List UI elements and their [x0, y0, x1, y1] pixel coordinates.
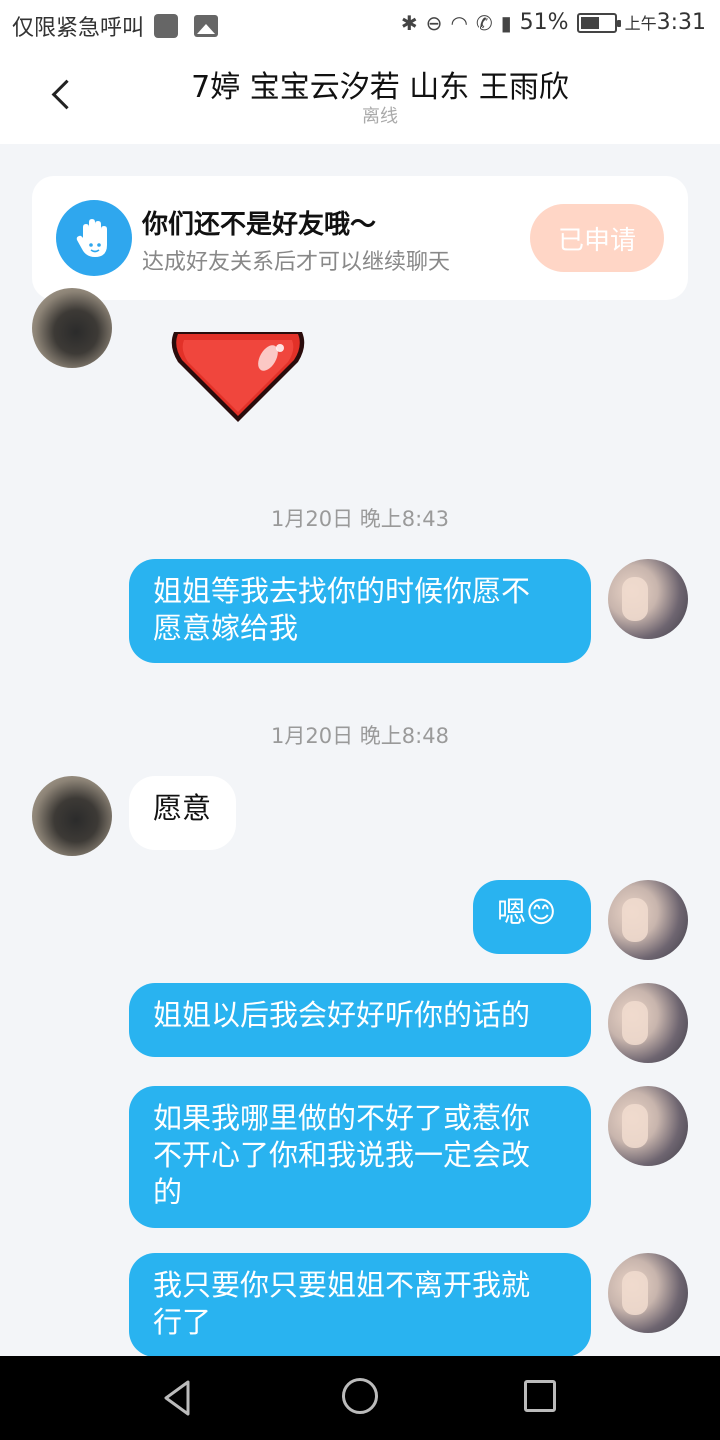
message-line: 姐姐等我去找你的时候你愿不	[153, 574, 531, 608]
avatar-other[interactable]	[32, 776, 112, 856]
avatar-self[interactable]	[608, 1253, 688, 1333]
no-call-icon: ✆	[475, 10, 493, 35]
message-line: 的	[153, 1175, 183, 1209]
message-line: 愿意嫁给我	[153, 611, 299, 645]
message-bubble-self[interactable]: 姐姐以后我会好好听你的话的	[129, 983, 591, 1057]
hand-wave-icon	[56, 200, 132, 276]
timestamp: 1月20日 晚上8:43	[271, 507, 449, 531]
bluetooth-icon: ✱	[400, 10, 418, 35]
nav-back-icon[interactable]	[158, 1378, 198, 1418]
chat-header: 7婷 宝宝云汐若 山东 王雨欣 离线	[0, 50, 720, 144]
timestamp: 1月20日 晚上8:48	[271, 724, 449, 748]
avatar-self[interactable]	[608, 559, 688, 639]
signal-icon: ▮	[500, 10, 512, 35]
emergency-call-text: 仅限紧急呼叫	[12, 16, 145, 41]
chat-title: 7婷 宝宝云汐若 山东 王雨欣	[191, 70, 569, 105]
message-bubble-self[interactable]: 嗯😊	[473, 880, 591, 954]
status-bar: 仅限紧急呼叫 ✱ ⊖ ◠ ✆ ▮ 51% 上午3:31	[0, 0, 720, 50]
applied-button[interactable]: 已申请	[530, 204, 664, 272]
do-not-disturb-icon: ⊖	[425, 10, 443, 35]
nav-home-icon[interactable]	[342, 1378, 378, 1414]
battery-percent: 51%	[519, 10, 569, 35]
message-text: 姐姐以后我会好好听你的话的	[153, 998, 531, 1032]
avatar-self[interactable]	[608, 880, 688, 960]
message-bubble-self[interactable]: 姐姐等我去找你的时候你愿不 愿意嫁给我	[129, 559, 591, 663]
status-left: 仅限紧急呼叫	[12, 10, 219, 42]
card-title: 你们还不是好友哦～	[142, 210, 377, 240]
message-bubble-self[interactable]: 如果我哪里做的不好了或惹你 不开心了你和我说我一定会改 的	[129, 1086, 591, 1228]
friend-request-card: 你们还不是好友哦～ 达成好友关系后才可以继续聊天 已申请	[32, 176, 688, 300]
message-line: 不开心了你和我说我一定会改	[153, 1138, 531, 1172]
message-text: 嗯😊	[497, 895, 557, 929]
message-text: 愿意	[153, 791, 212, 825]
message-line: 我只要你只要姐姐不离开我就	[153, 1268, 531, 1302]
app-notification-icon	[154, 14, 179, 38]
nav-recent-apps-icon[interactable]	[524, 1380, 556, 1412]
message-line: 如果我哪里做的不好了或惹你	[153, 1101, 531, 1135]
heart-sticker[interactable]	[168, 316, 308, 426]
avatar-self[interactable]	[608, 983, 688, 1063]
message-line: 行了	[153, 1305, 212, 1339]
message-bubble-self[interactable]: 我只要你只要姐姐不离开我就 行了	[129, 1253, 591, 1357]
avatar-self[interactable]	[608, 1086, 688, 1166]
online-status: 离线	[362, 106, 398, 127]
wifi-icon: ◠	[450, 10, 468, 35]
message-bubble-other[interactable]: 愿意	[129, 776, 236, 850]
image-notification-icon	[194, 15, 219, 37]
avatar-other[interactable]	[32, 288, 112, 368]
clock: 3:31	[656, 10, 706, 35]
time-prefix: 上午	[624, 14, 657, 33]
system-nav-bar	[0, 1356, 720, 1440]
status-right: ✱ ⊖ ◠ ✆ ▮ 51% 上午3:31	[401, 10, 706, 35]
card-subtitle: 达成好友关系后才可以继续聊天	[142, 250, 451, 275]
battery-icon	[576, 12, 621, 33]
